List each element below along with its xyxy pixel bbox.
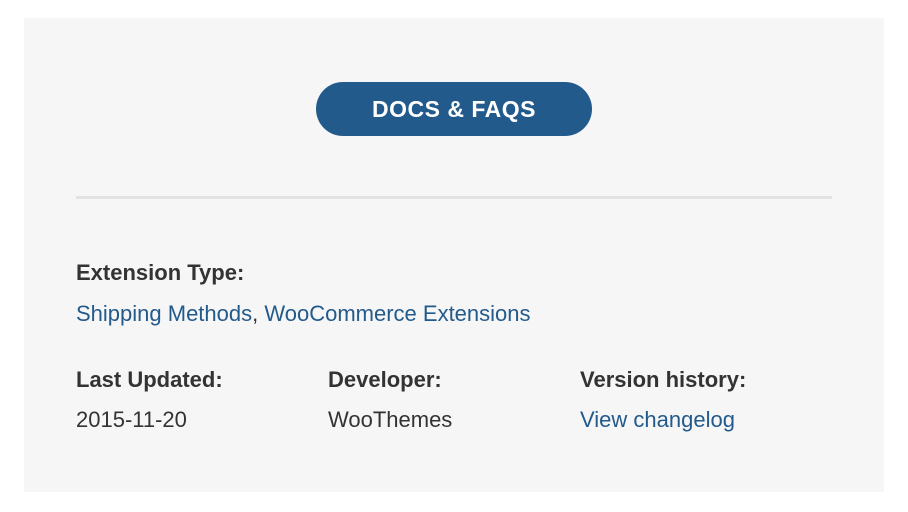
last-updated-value: 2015-11-20	[76, 407, 187, 432]
shipping-methods-link[interactable]: Shipping Methods	[76, 301, 252, 326]
product-meta-panel: DOCS & FAQS Extension Type: Shipping Met…	[24, 18, 884, 492]
extension-type-label: Extension Type:	[76, 260, 245, 285]
divider	[76, 196, 832, 199]
developer-label: Developer:	[328, 367, 442, 392]
last-updated-label: Last Updated:	[76, 367, 223, 392]
version-history-label: Version history:	[580, 367, 747, 392]
developer-value: WooThemes	[328, 407, 453, 432]
docs-faqs-button[interactable]: DOCS & FAQS	[316, 82, 592, 136]
woocommerce-extensions-link[interactable]: WooCommerce Extensions	[264, 301, 530, 326]
link-separator: ,	[252, 301, 259, 326]
extension-type-links: Shipping Methods, WooCommerce Extensions	[76, 301, 531, 327]
view-changelog-link[interactable]: View changelog	[580, 407, 735, 432]
version-history-value: View changelog	[580, 407, 735, 433]
